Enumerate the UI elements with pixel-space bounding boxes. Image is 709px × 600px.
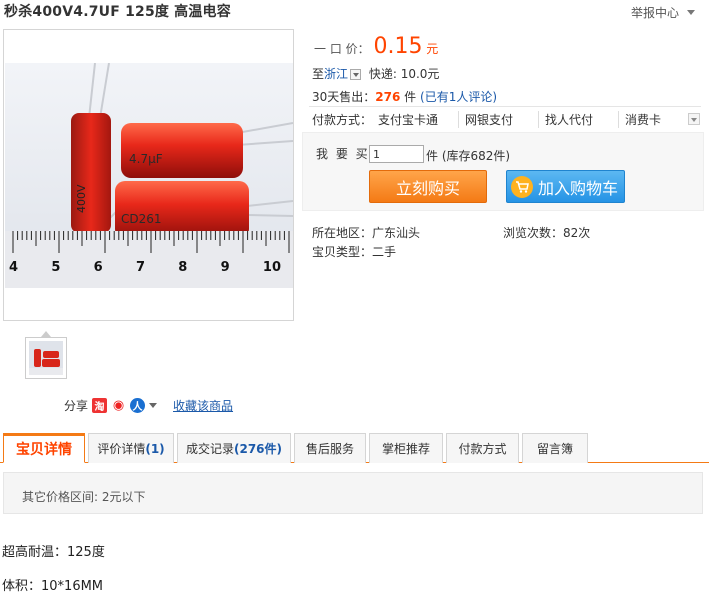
payment-label: 付款方式：: [312, 113, 373, 127]
price-label: 一 口 价：: [314, 42, 370, 56]
ruler-number: 5: [51, 260, 60, 275]
tab-transactions[interactable]: 成交记录 (276件): [177, 433, 291, 463]
tab-count: (1): [145, 441, 165, 456]
tab-label: 成交记录: [185, 442, 234, 456]
payment-row: 付款方式： 支付宝卡通 网银支付 找人代付 消费卡: [312, 111, 698, 128]
thumbnail-capacitor-icon: [29, 341, 63, 375]
stock-info: 件 (库存682件): [426, 149, 511, 163]
ruler-number: 6: [94, 260, 103, 275]
price-unit: 元: [426, 42, 439, 56]
share-bar: 分享 淘 ◉ 人 收藏该商品: [64, 397, 233, 414]
views-row: 浏览次数：82次: [503, 224, 590, 241]
ruler-number: 9: [221, 260, 230, 275]
purchase-box: [302, 132, 704, 211]
location-label: 所在地区：: [312, 226, 373, 240]
tab-shop-recommend[interactable]: 掌柜推荐: [369, 433, 443, 463]
payment-expand-icon[interactable]: [688, 113, 700, 125]
region-dropdown-icon[interactable]: [350, 69, 362, 80]
location-row: 所在地区：广东汕头: [312, 224, 420, 241]
sales-label: 30天售出：: [312, 90, 376, 104]
cap-rating-text: 4.7μF: [129, 152, 163, 166]
tab-reviews[interactable]: 评价详情 (1): [88, 433, 174, 463]
detail-tabs: 宝贝详情 评价详情 (1) 成交记录 (276件) 售后服务 掌柜推荐 付款方式 留…: [3, 433, 588, 463]
thumbnail-image[interactable]: [25, 337, 67, 379]
capacitor-photo: 400V 4.7μF CD261 4 5 6 7 8 9 10: [5, 63, 293, 288]
payment-method[interactable]: 支付宝卡通: [378, 111, 458, 128]
price-value: 0.15: [373, 34, 423, 59]
ruler-number: 10: [263, 260, 281, 275]
quantity-input[interactable]: [369, 145, 424, 163]
ship-to-label: 至: [312, 67, 325, 81]
taobao-share-icon[interactable]: 淘: [92, 398, 108, 413]
ruler: [5, 231, 293, 288]
svg-text:400V: 400V: [75, 184, 88, 213]
cart-icon: [511, 175, 533, 198]
description-line: 体积：10*16MM: [2, 579, 104, 594]
main-product-image[interactable]: 400V 4.7μF CD261 4 5 6 7 8 9 10: [3, 29, 294, 321]
ruler-number: 7: [136, 260, 145, 275]
add-to-cart-button[interactable]: 加入购物车: [506, 170, 625, 203]
ship-region-select[interactable]: 浙江: [324, 67, 348, 81]
renren-share-icon[interactable]: 人: [130, 398, 146, 413]
info-divider: [309, 106, 701, 107]
item-type-row: 宝贝类型：二手: [312, 243, 396, 260]
cap-model-text: CD261: [121, 212, 162, 226]
payment-method[interactable]: 网银支付: [458, 111, 538, 128]
item-type-label: 宝贝类型：: [312, 245, 373, 259]
views-value: 82次: [563, 226, 591, 240]
sales-count: 276: [375, 90, 401, 104]
add-to-cart-label: 加入购物车: [538, 178, 619, 198]
report-center-label: 举报中心: [630, 6, 679, 20]
views-label: 浏览次数：: [503, 226, 564, 240]
price-row: 一 口 价： 0.15 元: [314, 34, 438, 59]
sales-row: 30天售出：276 件 (已有1人评论): [312, 88, 497, 105]
tab-message-board[interactable]: 留言簿: [522, 433, 588, 463]
ruler-number: 4: [9, 260, 18, 275]
item-title: 秒杀400V4.7UF 125度 高温电容: [4, 4, 231, 20]
tab-after-sales[interactable]: 售后服务: [294, 433, 366, 463]
tab-payment-methods[interactable]: 付款方式: [446, 433, 519, 463]
chevron-down-icon: [687, 10, 695, 15]
reviews-link[interactable]: (已有1人评论): [420, 90, 497, 104]
payment-method[interactable]: 找人代付: [538, 111, 618, 128]
favorite-item-link[interactable]: 收藏该商品: [173, 397, 233, 414]
ruler-number: 8: [178, 260, 187, 275]
buy-now-button[interactable]: 立刻购买: [369, 170, 487, 203]
product-photo: 400V 4.7μF CD261 4 5 6 7 8 9 10: [5, 63, 293, 288]
tab-item-details[interactable]: 宝贝详情: [3, 433, 85, 463]
shipping-row: 至浙江 快递: 10.0元: [312, 65, 439, 82]
express-fee: 快递: 10.0元: [368, 67, 440, 81]
share-label: 分享: [64, 399, 89, 413]
sales-unit: 件: [404, 90, 417, 104]
tab-count: (276件): [233, 442, 283, 456]
weibo-share-icon[interactable]: ◉: [111, 398, 127, 413]
cap-value-label: 400V: [75, 184, 88, 213]
location-value: 广东汕头: [372, 226, 421, 240]
price-range-note: 其它价格区间: 2元以下: [3, 472, 703, 514]
payment-method[interactable]: 消费卡: [618, 111, 698, 128]
report-center-link[interactable]: 举报中心: [631, 4, 695, 21]
tab-label: 评价详情: [97, 442, 146, 456]
share-more-chevron-icon[interactable]: [149, 403, 158, 408]
description-line: 超高耐温：125度: [2, 545, 105, 560]
item-type-value: 二手: [372, 245, 397, 259]
